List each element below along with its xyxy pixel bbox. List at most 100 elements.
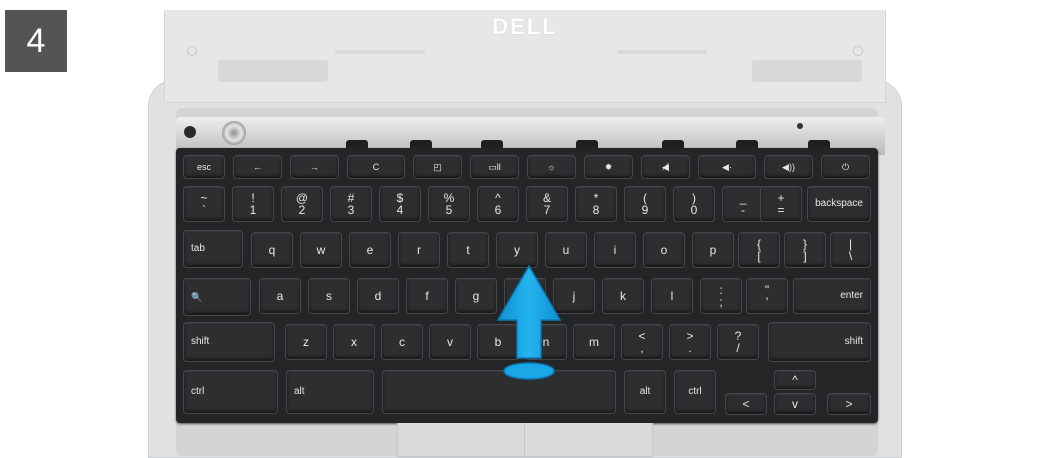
- key-equals[interactable]: + =: [760, 186, 802, 222]
- screw-hole: [184, 126, 196, 138]
- key-6[interactable]: ^ 6: [477, 186, 519, 222]
- key-s[interactable]: s: [308, 278, 350, 314]
- key-2[interactable]: @2: [281, 186, 323, 222]
- key-lower-label: .: [688, 341, 692, 355]
- key-tilde[interactable]: ~ `: [183, 186, 225, 222]
- key-d[interactable]: d: [357, 278, 399, 314]
- key-fullscreen[interactable]: ◰: [413, 155, 462, 179]
- key-1[interactable]: ! 1: [232, 186, 274, 222]
- key-lower-label: 0: [690, 203, 698, 217]
- key-f[interactable]: f: [406, 278, 448, 314]
- key-slash[interactable]: ? /: [717, 324, 759, 360]
- key-t[interactable]: t: [447, 232, 489, 268]
- key-brightness-up[interactable]: ✹: [584, 155, 633, 179]
- key-forward[interactable]: →: [290, 155, 339, 179]
- key-lower-label: 1: [249, 203, 257, 217]
- key-8[interactable]: * 8: [575, 186, 617, 222]
- key-z[interactable]: z: [285, 324, 327, 360]
- key-lower-label: 7: [543, 203, 551, 217]
- key-comma[interactable]: <,: [621, 324, 663, 360]
- key-l[interactable]: l: [651, 278, 693, 314]
- key-backspace[interactable]: backspace: [807, 186, 871, 222]
- key-c[interactable]: c: [381, 324, 423, 360]
- arrow-base: [503, 362, 555, 380]
- key-lower-label: 2: [298, 203, 306, 217]
- lid-vent: [617, 50, 707, 54]
- search-icon: 🔍: [191, 292, 203, 302]
- step-number-badge: 4: [5, 10, 67, 72]
- key-arrow-down[interactable]: v: [774, 393, 816, 415]
- key-minus[interactable]: _ -: [722, 186, 764, 222]
- key-quote[interactable]: " ': [746, 278, 788, 314]
- key-lower-label: 9: [641, 203, 649, 217]
- key-shift-right[interactable]: shift: [768, 322, 871, 362]
- key-period[interactable]: >.: [669, 324, 711, 360]
- key-lower-label: [: [757, 249, 761, 263]
- key-power[interactable]: ⏻: [821, 155, 870, 179]
- key-ctrl-left[interactable]: ctrl: [183, 370, 278, 414]
- key-7[interactable]: & 7: [526, 186, 568, 222]
- lid-bumper: [853, 46, 863, 56]
- key-lower-label: 4: [396, 203, 404, 217]
- key-volume-up[interactable]: ◀)): [764, 155, 813, 179]
- dell-logo: DELL: [492, 14, 558, 39]
- key-r[interactable]: r: [398, 232, 440, 268]
- arrow-head: [496, 264, 562, 359]
- key-3[interactable]: #3: [330, 186, 372, 222]
- key-backslash[interactable]: | \: [830, 232, 871, 268]
- screw-hole: [797, 123, 803, 129]
- key-lower-label: ;: [719, 295, 723, 309]
- key-w[interactable]: w: [300, 232, 342, 268]
- key-shift-left[interactable]: shift: [183, 322, 275, 362]
- key-arrow-left[interactable]: <: [725, 393, 767, 415]
- key-lower-label: `: [202, 203, 206, 217]
- key-a[interactable]: a: [259, 278, 301, 314]
- key-left-bracket[interactable]: {[: [738, 232, 780, 268]
- key-lower-label: ]: [803, 249, 807, 263]
- key-refresh[interactable]: C: [347, 155, 405, 179]
- key-alt-right[interactable]: alt: [624, 370, 666, 414]
- key-g[interactable]: g: [455, 278, 497, 314]
- key-0[interactable]: ) 0: [673, 186, 715, 222]
- key-lower-label: 8: [592, 203, 600, 217]
- key-4[interactable]: $4: [379, 186, 421, 222]
- key-lower-label: 3: [347, 203, 355, 217]
- key-lower-label: /: [736, 341, 740, 355]
- key-arrow-up[interactable]: ^: [774, 370, 816, 390]
- lift-up-arrow-icon: [496, 264, 562, 380]
- key-o[interactable]: o: [643, 232, 685, 268]
- touchpad: [397, 423, 653, 457]
- key-overview[interactable]: ▭ll: [470, 155, 519, 179]
- lid-bumper: [187, 46, 197, 56]
- key-mute[interactable]: ◀̸: [641, 155, 690, 179]
- hinge-left: [218, 60, 328, 82]
- key-enter[interactable]: enter: [793, 278, 871, 314]
- key-esc[interactable]: esc: [183, 155, 225, 179]
- key-m[interactable]: m: [573, 324, 615, 360]
- key-v[interactable]: v: [429, 324, 471, 360]
- key-k[interactable]: k: [602, 278, 644, 314]
- key-lower-label: =: [777, 203, 785, 217]
- screw-icon: [222, 121, 246, 145]
- key-volume-down[interactable]: ◀·: [698, 155, 756, 179]
- key-right-bracket[interactable]: }]: [784, 232, 826, 268]
- key-5[interactable]: % 5: [428, 186, 470, 222]
- key-back[interactable]: ←: [233, 155, 282, 179]
- key-lower-label: -: [741, 203, 745, 217]
- key-lower-label: ,: [640, 341, 644, 355]
- key-search[interactable]: 🔍: [183, 278, 251, 316]
- key-lower-label: 5: [445, 203, 453, 217]
- key-x[interactable]: x: [333, 324, 375, 360]
- key-e[interactable]: e: [349, 232, 391, 268]
- key-q[interactable]: q: [251, 232, 293, 268]
- key-i[interactable]: i: [594, 232, 636, 268]
- key-lower-label: \: [848, 249, 853, 263]
- key-brightness-down[interactable]: ☼: [527, 155, 576, 179]
- key-ctrl-right[interactable]: ctrl: [674, 370, 716, 414]
- key-9[interactable]: (9: [624, 186, 666, 222]
- key-alt-left[interactable]: alt: [286, 370, 374, 414]
- key-p[interactable]: p: [692, 232, 734, 268]
- key-arrow-right[interactable]: >: [827, 393, 871, 415]
- key-tab[interactable]: tab: [183, 230, 243, 268]
- key-semicolon[interactable]: :;: [700, 278, 742, 314]
